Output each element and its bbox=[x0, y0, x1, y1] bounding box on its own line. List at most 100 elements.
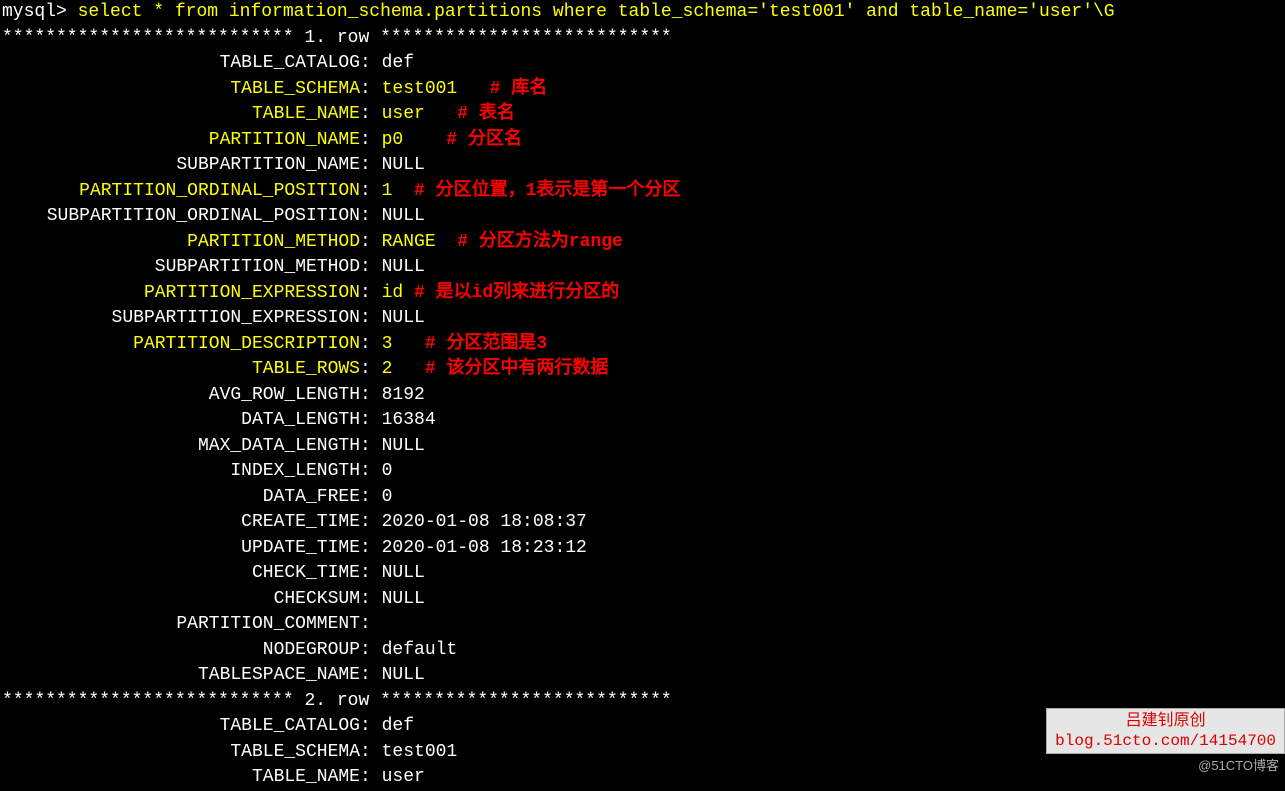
field-row: TABLESPACE_NAME: NULL bbox=[2, 663, 1283, 689]
field-value: 16384 bbox=[382, 410, 436, 430]
field-label: AVG_ROW_LENGTH bbox=[2, 383, 360, 409]
field-separator: : bbox=[360, 410, 382, 430]
field-separator: : bbox=[360, 181, 382, 201]
row-number: 1. row bbox=[304, 28, 380, 48]
field-row: PARTITION_ORDINAL_POSITION: 1 # 分区位置，1表示… bbox=[2, 179, 1283, 205]
field-value: user bbox=[382, 104, 458, 124]
prompt-line[interactable]: mysql> select * from information_schema.… bbox=[2, 0, 1283, 26]
field-value: 2 bbox=[382, 359, 425, 379]
stars-left: *************************** bbox=[2, 691, 304, 711]
row1-fields: TABLE_CATALOG: defTABLE_SCHEMA: test001 … bbox=[2, 51, 1283, 689]
annotation: # 分区范围是3 bbox=[425, 334, 547, 354]
field-separator: : bbox=[360, 461, 382, 481]
field-label: TABLE_NAME bbox=[2, 102, 360, 128]
field-row: NODEGROUP: default bbox=[2, 638, 1283, 664]
field-separator: : bbox=[360, 436, 382, 456]
watermark-box: 吕建钊原创 blog.51cto.com/14154700 bbox=[1046, 708, 1285, 754]
field-separator: : bbox=[360, 614, 382, 634]
field-label: CHECK_TIME bbox=[2, 561, 360, 587]
field-row: PARTITION_METHOD: RANGE # 分区方法为range bbox=[2, 230, 1283, 256]
watermark-url: blog.51cto.com/14154700 bbox=[1055, 731, 1276, 751]
field-label: DATA_FREE bbox=[2, 485, 360, 511]
field-separator: : bbox=[360, 716, 382, 736]
field-separator: : bbox=[360, 563, 382, 583]
field-label: PARTITION_METHOD bbox=[2, 230, 360, 256]
field-separator: : bbox=[360, 308, 382, 328]
field-separator: : bbox=[360, 130, 382, 150]
watermark-site: @51CTO博客 bbox=[1198, 753, 1279, 779]
field-separator: : bbox=[360, 512, 382, 532]
field-label: PARTITION_DESCRIPTION bbox=[2, 332, 360, 358]
field-label: TABLE_CATALOG bbox=[2, 51, 360, 77]
field-row: PARTITION_NAME: p0 # 分区名 bbox=[2, 128, 1283, 154]
field-value: 0 bbox=[382, 461, 393, 481]
field-label: DATA_LENGTH bbox=[2, 408, 360, 434]
field-separator: : bbox=[360, 385, 382, 405]
field-label: SUBPARTITION_EXPRESSION bbox=[2, 306, 360, 332]
annotation: # 库名 bbox=[490, 79, 548, 99]
field-row: INDEX_LENGTH: 0 bbox=[2, 459, 1283, 485]
field-value: NULL bbox=[382, 665, 425, 685]
field-separator: : bbox=[360, 155, 382, 175]
stars-right: *************************** bbox=[380, 28, 672, 48]
field-separator: : bbox=[360, 232, 382, 252]
field-row: UPDATE_TIME: 2020-01-08 18:23:12 bbox=[2, 536, 1283, 562]
field-row: CREATE_TIME: 2020-01-08 18:08:37 bbox=[2, 510, 1283, 536]
annotation: # 是以id列来进行分区的 bbox=[414, 283, 619, 303]
field-label: SUBPARTITION_METHOD bbox=[2, 255, 360, 281]
field-separator: : bbox=[360, 742, 382, 762]
field-separator: : bbox=[360, 334, 382, 354]
field-value: default bbox=[382, 640, 458, 660]
field-label: INDEX_LENGTH bbox=[2, 459, 360, 485]
field-value: NULL bbox=[382, 155, 425, 175]
field-label: SUBPARTITION_NAME bbox=[2, 153, 360, 179]
field-value: NULL bbox=[382, 257, 425, 277]
field-value: test001 bbox=[382, 79, 490, 99]
stars-right: *************************** bbox=[380, 691, 672, 711]
field-row: CHECK_TIME: NULL bbox=[2, 561, 1283, 587]
field-row: MAX_DATA_LENGTH: NULL bbox=[2, 434, 1283, 460]
field-row: TABLE_NAME: user bbox=[2, 765, 1283, 791]
field-label: MAX_DATA_LENGTH bbox=[2, 434, 360, 460]
field-row: PARTITION_DESCRIPTION: 3 # 分区范围是3 bbox=[2, 332, 1283, 358]
field-separator: : bbox=[360, 79, 382, 99]
field-value: 2020-01-08 18:08:37 bbox=[382, 512, 587, 532]
mysql-prompt: mysql> bbox=[2, 2, 78, 22]
field-label: PARTITION_NAME bbox=[2, 128, 360, 154]
field-row: DATA_FREE: 0 bbox=[2, 485, 1283, 511]
field-label: TABLE_SCHEMA bbox=[2, 77, 360, 103]
field-label: TABLE_SCHEMA bbox=[2, 740, 360, 766]
terminal-output: mysql> select * from information_schema.… bbox=[2, 0, 1283, 791]
field-separator: : bbox=[360, 538, 382, 558]
field-label: NODEGROUP bbox=[2, 638, 360, 664]
field-row: PARTITION_COMMENT: bbox=[2, 612, 1283, 638]
sql-command: select * from information_schema.partiti… bbox=[78, 2, 1115, 22]
field-label: TABLE_CATALOG bbox=[2, 714, 360, 740]
row-number: 2. row bbox=[304, 691, 380, 711]
field-value: 0 bbox=[382, 487, 393, 507]
field-row: TABLE_NAME: user # 表名 bbox=[2, 102, 1283, 128]
field-value: NULL bbox=[382, 436, 425, 456]
field-separator: : bbox=[360, 589, 382, 609]
field-separator: : bbox=[360, 359, 382, 379]
field-separator: : bbox=[360, 104, 382, 124]
field-separator: : bbox=[360, 206, 382, 226]
field-row: SUBPARTITION_ORDINAL_POSITION: NULL bbox=[2, 204, 1283, 230]
field-value: 1 bbox=[382, 181, 414, 201]
field-value: test001 bbox=[382, 742, 458, 762]
field-value: def bbox=[382, 53, 414, 73]
watermark-author: 吕建钊原创 bbox=[1055, 711, 1276, 731]
stars-left: *************************** bbox=[2, 28, 304, 48]
field-value: NULL bbox=[382, 308, 425, 328]
field-value: user bbox=[382, 767, 425, 787]
field-row: DATA_LENGTH: 16384 bbox=[2, 408, 1283, 434]
field-row: CHECKSUM: NULL bbox=[2, 587, 1283, 613]
field-value: p0 bbox=[382, 130, 447, 150]
field-label: CREATE_TIME bbox=[2, 510, 360, 536]
annotation: # 表名 bbox=[457, 104, 515, 124]
field-row: TABLE_CATALOG: def bbox=[2, 51, 1283, 77]
field-label: PARTITION_COMMENT bbox=[2, 612, 360, 638]
field-label: TABLESPACE_NAME bbox=[2, 663, 360, 689]
field-label: TABLE_NAME bbox=[2, 765, 360, 791]
field-row: TABLE_SCHEMA: test001 # 库名 bbox=[2, 77, 1283, 103]
